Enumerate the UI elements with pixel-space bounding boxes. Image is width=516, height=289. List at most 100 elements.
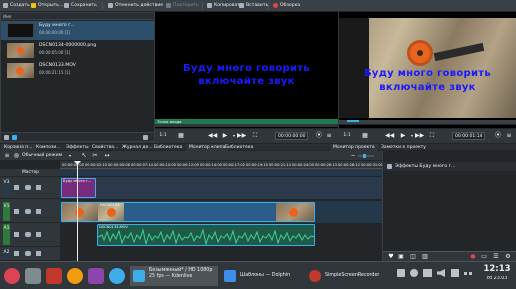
track-tag[interactable]: A1 <box>3 224 10 245</box>
effect-stack-item[interactable]: Эффекты Буду много г... <box>395 162 455 171</box>
spacer-tool-icon[interactable]: ↔ <box>103 152 111 160</box>
track-a1: A1 DSCN0133.MOV <box>0 223 382 247</box>
messenger-launcher-icon[interactable] <box>109 268 125 284</box>
open-button[interactable]: Открыть... <box>30 1 63 11</box>
track-header: V3 <box>0 177 60 199</box>
update-icon[interactable] <box>410 269 418 277</box>
settings-icon[interactable]: ⚙ <box>504 253 512 261</box>
bin-item-name: DSCN0133.MOV <box>39 63 76 68</box>
zone-icon[interactable]: ▭ <box>480 253 488 261</box>
grid-icon[interactable]: ▦ <box>361 132 369 140</box>
redo-button[interactable]: Повторить <box>165 1 199 11</box>
browser-launcher-icon[interactable] <box>67 268 83 284</box>
dropdown-icon[interactable]: ▾ <box>66 152 74 160</box>
render-button[interactable]: Обзорка <box>272 1 300 11</box>
bin-item-name: Буду много г... <box>39 23 75 28</box>
speaker-icon[interactable] <box>25 251 31 256</box>
record-icon[interactable]: ⦿ <box>315 132 323 140</box>
tray-expand-icon[interactable] <box>464 272 472 275</box>
fullscreen-icon[interactable]: ⛶ <box>251 132 259 140</box>
visibility-icon[interactable] <box>25 185 31 190</box>
record-track-icon[interactable] <box>36 232 41 237</box>
bin-item-duration: 00:00:05:00 [1] <box>39 50 71 55</box>
track-menu-icon[interactable]: ≡ <box>3 152 11 160</box>
clip-timecode[interactable]: 00:00:00:00 <box>275 132 309 140</box>
files-launcher-icon[interactable] <box>25 268 41 284</box>
clip-monitor-controls: 1:1 ▦ ◀◀ ▶ ▾ ▶▶ ⛶ 00:00:00:00 ⦿ ≡ <box>155 128 338 142</box>
play-icon[interactable]: ▶ <box>221 132 229 140</box>
image-thumbnail <box>7 43 34 58</box>
save-stack-icon[interactable]: ▣ <box>397 253 405 261</box>
in-point-zone[interactable]: Точка входа <box>155 119 338 124</box>
razor-tool-icon[interactable]: ✂ <box>91 152 99 160</box>
track-tag[interactable]: A2 <box>3 248 10 259</box>
hide-keyframes-icon[interactable]: ▥ <box>421 253 429 261</box>
app-menu-icon[interactable] <box>4 268 20 284</box>
edit-mode-select[interactable]: Обычный режим <box>22 152 62 160</box>
dock-tab-bar: Корзина п... Компози... Эффекты Свойства… <box>0 143 516 152</box>
mail-launcher-icon[interactable] <box>88 268 104 284</box>
record-track-icon[interactable] <box>36 251 41 256</box>
zoom-select[interactable]: 1:1 <box>342 132 352 140</box>
clipboard-icon[interactable] <box>397 269 405 277</box>
favorite-icon[interactable]: ♥ <box>387 253 395 261</box>
list-icon[interactable]: ☰ <box>492 253 500 261</box>
timeline-ruler[interactable]: 00:00:00:00 00:00:02:10 00:00:05:06 00:0… <box>60 161 383 169</box>
clock-time[interactable]: 12:13 <box>480 264 514 274</box>
zoom-icon[interactable] <box>143 135 148 140</box>
rewind-icon[interactable]: ◀◀ <box>385 132 394 140</box>
menu-icon[interactable]: ≡ <box>325 132 333 140</box>
fullscreen-icon[interactable]: ⛶ <box>428 132 436 140</box>
delete-icon[interactable]: ● <box>469 253 477 261</box>
paste-button[interactable]: Вставить <box>238 1 268 11</box>
save-button[interactable]: Сохранить <box>63 1 97 11</box>
title-clip[interactable]: Буду много г... <box>61 178 96 198</box>
visibility-icon[interactable] <box>25 209 31 214</box>
menu-icon[interactable] <box>4 135 9 140</box>
record-icon[interactable]: ⦿ <box>494 132 502 140</box>
zoom-slider[interactable] <box>358 154 374 158</box>
bin-item[interactable]: Буду много г... 00:00:00:00 [1] <box>1 21 154 40</box>
playhead[interactable] <box>77 161 78 261</box>
network-icon[interactable] <box>423 269 432 277</box>
add-clip-icon[interactable] <box>12 135 17 140</box>
monitor-ruler[interactable] <box>339 120 516 125</box>
fast-forward-icon[interactable]: ▶▶ <box>415 132 424 140</box>
bin-item[interactable]: DSCN0134-0000000.png 00:00:05:00 [1] <box>1 41 154 60</box>
composite-icon[interactable] <box>36 185 41 190</box>
speaker-icon[interactable] <box>25 232 31 237</box>
volume-icon[interactable] <box>437 269 445 277</box>
keyboard-layout-icon[interactable] <box>451 269 459 277</box>
composite-icon[interactable] <box>36 209 41 214</box>
undo-button[interactable]: Отменить действие <box>107 1 163 11</box>
project-timecode[interactable]: 00:00:01:14 <box>452 132 486 140</box>
grid-icon[interactable]: ▦ <box>177 132 185 140</box>
video-clip[interactable]: DSCN0133 <box>61 202 315 222</box>
rewind-icon[interactable]: ◀◀ <box>208 132 217 140</box>
task-kdenlive[interactable]: Безымянный* / HD 1080p 25 fps — Kdenlive <box>130 266 218 286</box>
bin-column-header: Имя <box>1 13 154 20</box>
zoom-out-icon[interactable]: − <box>349 152 357 160</box>
bin-item[interactable]: DSCN0133.MOV 00:00:21:15 [1] <box>1 61 154 80</box>
master-track: Мастер <box>0 169 382 177</box>
lock-icon[interactable] <box>14 251 19 256</box>
fast-forward-icon[interactable]: ▶▶ <box>237 132 246 140</box>
task-screen-recorder[interactable]: SimpleScreenRecorder <box>306 266 392 286</box>
track-tag[interactable]: V1 <box>3 202 10 221</box>
track-tag[interactable]: V3 <box>3 178 10 197</box>
menu-icon[interactable]: ≡ <box>505 132 513 140</box>
track-header: A1 <box>0 223 60 247</box>
task-dolphin[interactable]: Шаблоны — Dolphin <box>221 266 303 286</box>
play-icon[interactable]: ▶ <box>399 132 407 140</box>
task-title: SimpleScreenRecorder <box>325 273 380 278</box>
compare-icon[interactable]: ◫ <box>409 253 417 261</box>
office-launcher-icon[interactable] <box>46 268 62 284</box>
zoom-select[interactable]: 1:1 <box>158 132 168 140</box>
lock-icon[interactable] <box>14 232 19 237</box>
select-tool-icon[interactable]: ↖ <box>80 152 88 160</box>
new-button[interactable]: Создать <box>2 1 30 11</box>
lock-icon[interactable] <box>14 209 19 214</box>
audio-clip[interactable]: DSCN0133.MOV <box>97 224 315 246</box>
lock-icon[interactable] <box>14 185 19 190</box>
effect-stack-panel: Эффекты Буду много г... ♥ ▣ ◫ ▥ ● ▭ ☰ ⚙ <box>382 151 516 261</box>
